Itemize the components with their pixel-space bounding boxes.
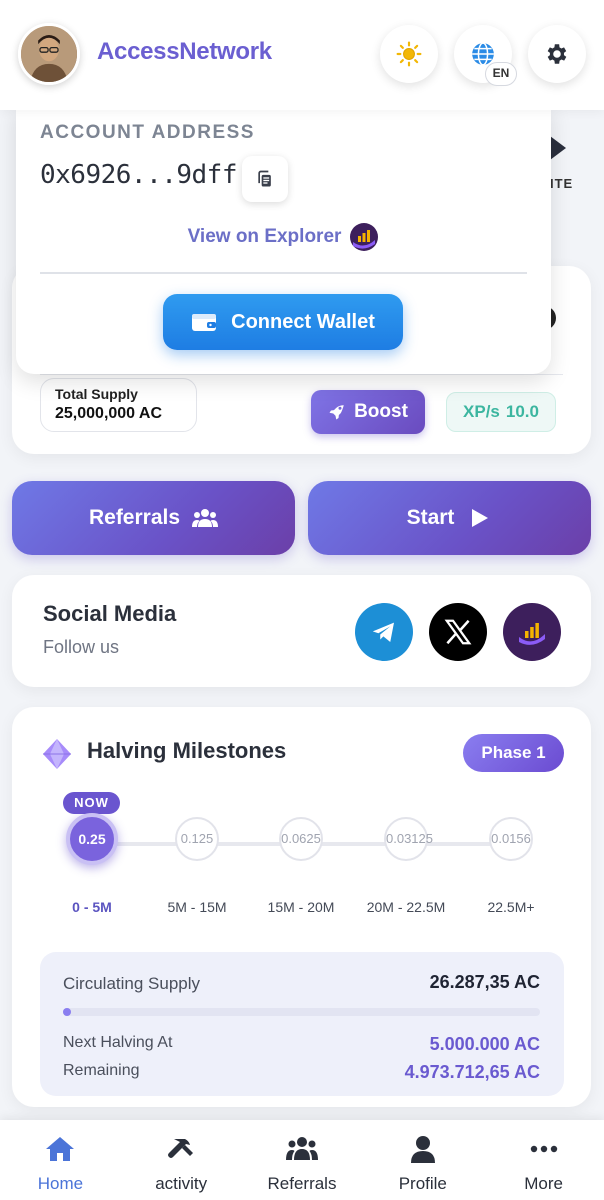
avatar-image — [21, 26, 77, 82]
nav-item-home[interactable]: Home — [0, 1120, 121, 1200]
hammer-icon — [168, 1139, 194, 1158]
rocket-icon — [329, 405, 344, 420]
language-badge: EN — [485, 62, 517, 86]
access-network-icon — [519, 623, 545, 645]
milestone-range: 22.5M+ — [487, 899, 535, 915]
app-header: AccessNetwork EN — [0, 0, 604, 110]
milestone-range: 20M - 22.5M — [366, 899, 446, 915]
nav-label-referrals: Referrals — [267, 1174, 337, 1193]
start-button[interactable]: Start — [308, 481, 591, 555]
total-supply-box: Total Supply 25,000,000 AC — [40, 378, 197, 432]
divider — [40, 374, 563, 375]
telegram-button[interactable] — [355, 603, 413, 661]
remaining-label: Remaining — [63, 1062, 140, 1079]
milestone-range: 5M - 15M — [167, 899, 227, 915]
play-icon — [550, 136, 566, 160]
settings-button[interactable] — [528, 25, 586, 83]
xp-rate-badge: XP/s 10.0 — [446, 392, 556, 432]
social-media-card: Social Media Follow us — [12, 575, 591, 687]
social-media-title: Social Media — [43, 601, 177, 626]
wallet-icon — [192, 314, 217, 331]
copy-address-button[interactable] — [242, 156, 288, 202]
referrals-label: Referrals — [88, 506, 181, 529]
divider — [40, 272, 527, 274]
milestone-range: 0 - 5M — [72, 899, 112, 915]
social-media-subtitle: Follow us — [43, 637, 120, 657]
home-icon — [46, 1137, 75, 1161]
connect-wallet-button[interactable]: Connect Wallet — [163, 294, 403, 350]
halving-title: Halving Milestones — [87, 738, 287, 763]
milestone-range: 15M - 20M — [267, 899, 335, 915]
access-network-logo-icon — [350, 223, 379, 251]
xp-label: XP/s — [463, 402, 500, 421]
account-address-label: ACCOUNT ADDRESS — [40, 122, 255, 143]
milestone-node: 0.125 — [175, 817, 219, 861]
next-halving-value: 5.000.000 AC — [429, 1034, 540, 1054]
telegram-icon — [372, 622, 394, 642]
xp-value: 10.0 — [505, 402, 539, 421]
nav-item-referrals[interactable]: Referrals — [242, 1120, 363, 1200]
explorer-link-label: View on Explorer — [187, 226, 342, 247]
invite-label: ITE — [550, 176, 574, 191]
theme-toggle-button[interactable] — [380, 25, 438, 83]
user-icon — [410, 1136, 435, 1163]
phase-badge: Phase 1 — [463, 734, 564, 772]
circulating-supply-label: Circulating Supply — [63, 974, 201, 993]
milestone-node: 0.0156 — [489, 817, 533, 861]
nav-item-profile[interactable]: Profile — [362, 1120, 483, 1200]
milestone-node: 0.03125 — [384, 817, 433, 861]
copy-icon — [258, 170, 271, 187]
bottom-nav: Home activity Referrals Profile More — [0, 1120, 604, 1200]
milestone-node: 0.0625 — [279, 817, 323, 861]
boost-button[interactable]: Boost — [311, 390, 425, 434]
x-icon — [444, 619, 472, 645]
boost-label: Boost — [354, 401, 408, 422]
nav-item-activity[interactable]: activity — [121, 1120, 242, 1200]
start-label: Start — [406, 506, 455, 529]
total-supply-value: 25,000,000 AC — [55, 405, 163, 422]
connect-wallet-label: Connect Wallet — [231, 310, 375, 333]
diamond-icon — [43, 739, 71, 769]
sun-icon — [396, 41, 422, 67]
supply-summary-box: Circulating Supply 26.287,35 AC Next Hal… — [40, 952, 564, 1096]
x-button[interactable] — [429, 603, 487, 661]
halving-milestones-card: Halving Milestones Phase 1 NOW 0.25 0.12… — [12, 707, 591, 1107]
nav-label-more: More — [524, 1174, 563, 1193]
account-address: 0x6926...9dff — [40, 160, 238, 190]
gear-icon — [547, 44, 567, 64]
users-icon — [192, 509, 219, 527]
nav-label-activity: activity — [155, 1174, 208, 1193]
circulating-supply-value: 26.287,35 AC — [429, 972, 540, 992]
supply-progress-fill — [63, 1008, 71, 1016]
nav-label-home: Home — [37, 1174, 84, 1193]
play-icon — [472, 509, 489, 527]
avatar[interactable] — [18, 23, 80, 85]
view-on-explorer-link[interactable]: View on Explorer — [16, 222, 551, 252]
app-title: AccessNetwork — [97, 38, 272, 65]
nav-item-more[interactable]: More — [483, 1120, 604, 1200]
more-dots-icon — [530, 1145, 557, 1153]
remaining-value: 4.973.712,65 AC — [404, 1062, 540, 1082]
nav-label-profile: Profile — [398, 1174, 447, 1193]
users-icon — [285, 1137, 318, 1160]
next-halving-label: Next Halving At — [63, 1034, 173, 1051]
referrals-button[interactable]: Referrals — [12, 481, 295, 555]
access-network-social-button[interactable] — [503, 603, 561, 661]
account-popover: ACCOUNT ADDRESS 0x6926...9dff View on Ex… — [16, 104, 551, 374]
milestone-node: 0.25 — [66, 813, 118, 865]
supply-progress-bar — [63, 1008, 540, 1016]
total-supply-label: Total Supply — [55, 386, 138, 402]
now-badge: NOW — [63, 792, 120, 814]
